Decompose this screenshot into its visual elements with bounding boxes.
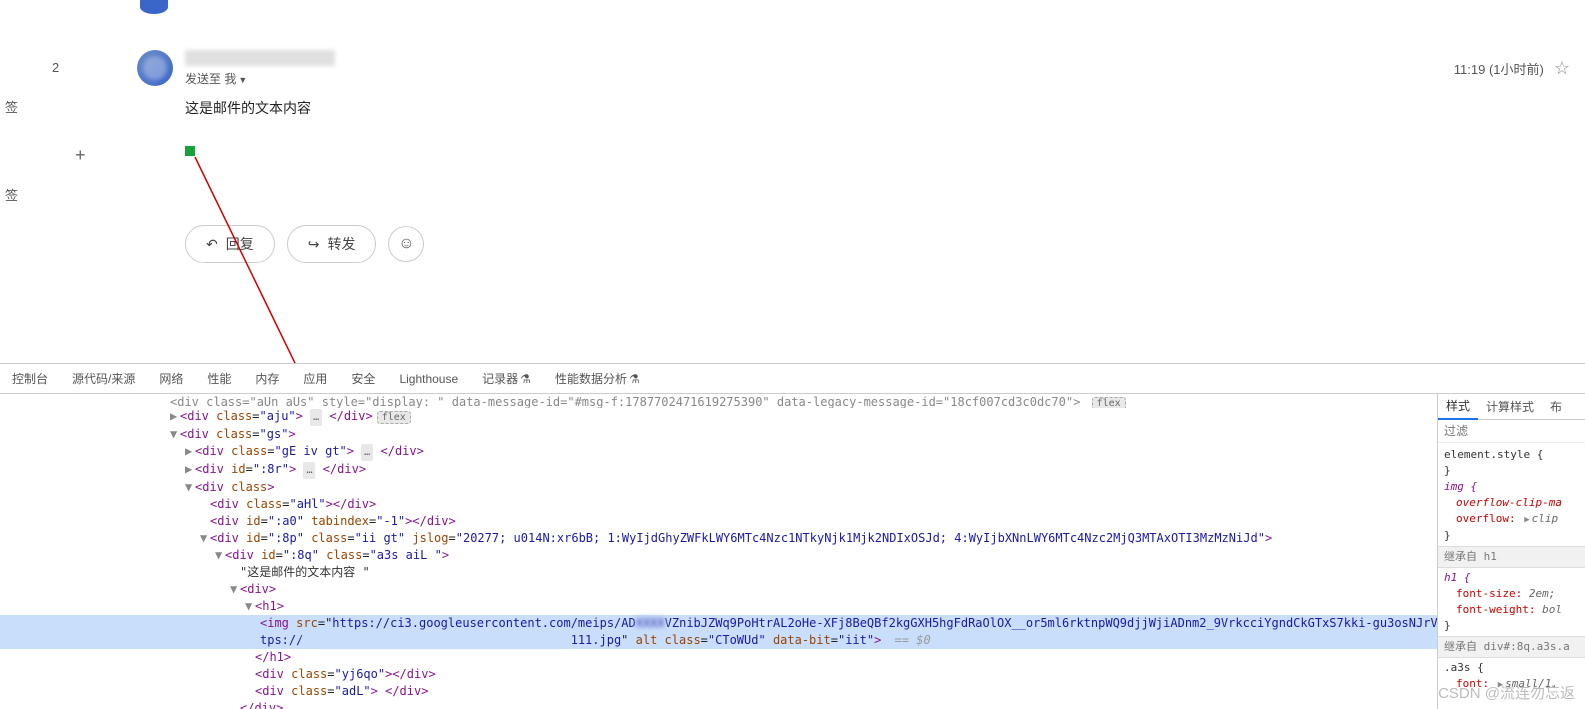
dom-line[interactable]: </div> (0, 700, 1437, 709)
beaker-icon: ⚗ (629, 372, 640, 386)
sender-name-redacted (185, 50, 335, 66)
dom-line[interactable]: ▶<div class="gE iv gt"> … </div> (0, 443, 1437, 461)
tab-lighthouse[interactable]: Lighthouse (387, 364, 470, 394)
reply-arrow-icon: ↶ (206, 236, 218, 253)
css-prop: font: ▶small/1. (1444, 676, 1579, 693)
emoji-button[interactable]: ☺ (388, 226, 424, 262)
styles-filter (1438, 420, 1585, 443)
forward-button[interactable]: ↪ 转发 (287, 225, 377, 263)
tab-layout[interactable]: 布 (1542, 394, 1570, 420)
devtools-panel: 控制台 源代码/来源 网络 性能 内存 应用 安全 Lighthouse 记录器… (0, 363, 1585, 709)
styles-pane: 样式 计算样式 布 element.style { } img { overfl… (1437, 394, 1585, 709)
dom-tree[interactable]: <div class="aUn aUs" style="display: " d… (0, 394, 1437, 709)
dom-line[interactable]: ▼<div class> (0, 479, 1437, 496)
tab-network[interactable]: 网络 (147, 364, 195, 394)
inherit-from-div: 继承自 div#:8q.a3s.a (1438, 636, 1585, 658)
dom-line-selected-cont[interactable]: tps:// 111.jpg" alt class="CToWUd" data-… (0, 632, 1437, 649)
devtools-tabs: 控制台 源代码/来源 网络 性能 内存 应用 安全 Lighthouse 记录器… (0, 364, 1585, 394)
rule-h1[interactable]: h1 { (1444, 570, 1579, 586)
email-pane: 签 2 + 签 发送至 我▼ 这是邮件的文本内容 11:19 (1小时前) ☆ … (0, 0, 1585, 363)
dom-line[interactable]: <div class="aHl"></div> (0, 496, 1437, 513)
dom-line[interactable]: ▶<div id=":8r"> … </div> (0, 461, 1437, 479)
dom-line[interactable]: ▼<div> (0, 581, 1437, 598)
styles-tabs: 样式 计算样式 布 (1438, 394, 1585, 420)
inherit-from-h1: 继承自 h1 (1438, 546, 1585, 568)
chevron-down-icon: ▼ (238, 75, 247, 85)
dom-line-text[interactable]: "这是邮件的文本内容 " (0, 564, 1437, 581)
email-meta: 11:19 (1小时前) ☆ (1454, 58, 1570, 79)
sidebar-gutter: 签 2 + 签 (0, 0, 120, 363)
recipient-dropdown[interactable]: 发送至 我▼ (185, 70, 247, 87)
sender-avatar[interactable] (137, 50, 173, 86)
dom-line[interactable]: <div id=":a0" tabindex="-1"></div> (0, 513, 1437, 530)
emoji-icon: ☺ (398, 235, 414, 253)
reply-label: 回复 (226, 234, 254, 254)
tab-memory[interactable]: 内存 (243, 364, 291, 394)
sidebar-label: 签 (5, 185, 18, 204)
dom-line[interactable]: </h1> (0, 649, 1437, 666)
sidebar-count: 2 (52, 60, 59, 75)
rule-element-style[interactable]: element.style { (1444, 447, 1579, 463)
email-inline-image[interactable] (185, 146, 195, 156)
star-icon[interactable]: ☆ (1554, 58, 1570, 79)
dom-line-cut: <div class="aUn aUs" style="display: " d… (0, 394, 1437, 408)
rule-img[interactable]: img { (1444, 479, 1579, 495)
forward-arrow-icon: ↪ (308, 236, 320, 253)
sidebar-label: 签 (5, 97, 18, 116)
tab-computed[interactable]: 计算样式 (1478, 394, 1542, 420)
tab-application[interactable]: 应用 (291, 364, 339, 394)
tab-styles[interactable]: 样式 (1438, 394, 1478, 420)
dom-line[interactable]: ▶<div class="aju"> … </div>flex (0, 408, 1437, 426)
recipient-text: 发送至 我 (185, 72, 236, 86)
styles-body[interactable]: element.style { } img { overflow-clip-ma… (1438, 443, 1585, 697)
dom-line[interactable]: ▼<h1> (0, 598, 1437, 615)
rule-a3s[interactable]: .a3s { (1444, 660, 1579, 676)
styles-filter-input[interactable] (1444, 424, 1579, 438)
forward-label: 转发 (327, 234, 355, 254)
tab-console[interactable]: 控制台 (0, 364, 60, 394)
css-prop: font-weight: bol (1444, 602, 1579, 618)
reply-button[interactable]: ↶ 回复 (185, 225, 275, 263)
beaker-icon: ⚗ (520, 372, 531, 386)
dom-line[interactable]: ▼<div id=":8q" class="a3s aiL "> (0, 547, 1437, 564)
tab-performance[interactable]: 性能 (195, 364, 243, 394)
dom-line-selected[interactable]: <img src="https://ci3.googleusercontent.… (0, 615, 1437, 632)
css-prop: overflow-clip-ma (1444, 495, 1579, 511)
css-prop: overflow: ▶clip (1444, 511, 1579, 528)
email-body-text: 这是邮件的文本内容 (185, 98, 311, 118)
tab-security[interactable]: 安全 (339, 364, 387, 394)
dom-line[interactable]: ▼<div id=":8p" class="ii gt" jslog="2027… (0, 530, 1437, 547)
dom-line[interactable]: <div class="adL"> </div> (0, 683, 1437, 700)
email-timestamp: 11:19 (1小时前) (1454, 59, 1544, 78)
dom-line[interactable]: ▼<div class="gs"> (0, 426, 1437, 443)
devtools-main: <div class="aUn aUs" style="display: " d… (0, 394, 1585, 709)
css-prop: font-size: 2em; (1444, 586, 1579, 602)
dom-line[interactable]: <div class="yj6qo"></div> (0, 666, 1437, 683)
avatar-partial (140, 0, 168, 14)
tab-perf-insights[interactable]: 性能数据分析⚗ (543, 364, 652, 394)
add-button[interactable]: + (75, 145, 86, 166)
tab-recorder[interactable]: 记录器⚗ (470, 364, 543, 394)
email-actions: ↶ 回复 ↪ 转发 ☺ (185, 225, 424, 263)
tab-sources[interactable]: 源代码/来源 (60, 364, 147, 394)
